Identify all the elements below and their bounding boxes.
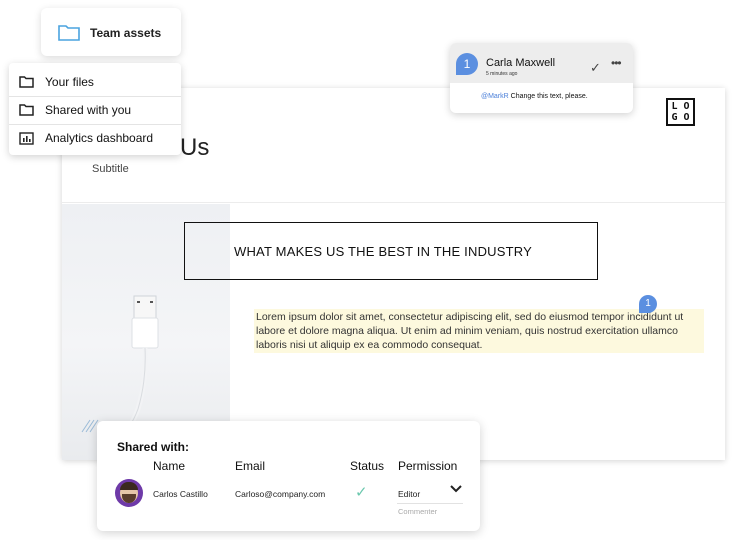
comment-timestamp: 5 minutes ago bbox=[486, 71, 518, 77]
permission-option-commenter[interactable]: Commenter bbox=[398, 507, 437, 516]
column-header-name: Name bbox=[153, 459, 186, 473]
comment-marker-icon[interactable]: 1 bbox=[456, 53, 478, 75]
team-assets-label: Team assets bbox=[90, 26, 162, 40]
comment-popover[interactable]: 1 Carla Maxwell 5 minutes ago ✓ ••• @Mar… bbox=[450, 43, 633, 113]
menu-item-shared-with-you[interactable]: Shared with you bbox=[9, 97, 181, 124]
bar-chart-icon bbox=[19, 132, 34, 145]
logo-placeholder[interactable]: L O G O bbox=[666, 98, 695, 126]
column-header-permission: Permission bbox=[398, 459, 458, 473]
column-header-email: Email bbox=[235, 459, 266, 473]
folder-icon bbox=[19, 104, 34, 116]
headline-text[interactable]: WHAT MAKES US THE BEST IN THE INDUSTRY bbox=[234, 244, 532, 259]
status-check-icon: ✓ bbox=[355, 484, 368, 501]
menu-item-label: Analytics dashboard bbox=[45, 131, 154, 145]
logo-line-2: G O bbox=[671, 112, 690, 123]
menu-item-analytics-dashboard[interactable]: Analytics dashboard bbox=[9, 125, 181, 152]
comment-marker-icon[interactable]: 1 bbox=[639, 295, 657, 313]
shared-with-panel: Shared with: Name Email Status Permissio… bbox=[97, 421, 480, 531]
comment-author: Carla Maxwell bbox=[486, 57, 556, 69]
comment-mention[interactable]: @MarkR bbox=[481, 93, 509, 100]
shared-user-name: Carlos Castillo bbox=[153, 489, 208, 499]
slide-subtitle[interactable]: Subtitle bbox=[92, 163, 129, 175]
column-header-status: Status bbox=[350, 459, 385, 473]
comment-body: @MarkR Change this text, please. bbox=[481, 93, 588, 100]
avatar bbox=[115, 479, 143, 507]
permission-select[interactable]: Editor bbox=[398, 489, 420, 499]
more-options-icon[interactable]: ••• bbox=[611, 56, 622, 70]
slide-title[interactable]: Us bbox=[180, 134, 209, 162]
files-menu: Your files Shared with you Analytics das… bbox=[9, 63, 181, 155]
shared-user-email: Carloso@company.com bbox=[235, 489, 326, 499]
resolve-check-icon[interactable]: ✓ bbox=[590, 60, 601, 76]
team-assets-card[interactable]: Team assets bbox=[41, 8, 181, 56]
logo-line-1: L O bbox=[671, 101, 690, 112]
comment-text: Change this text, please. bbox=[508, 93, 588, 100]
menu-item-label: Your files bbox=[45, 75, 94, 89]
menu-item-your-files[interactable]: Your files bbox=[9, 69, 181, 96]
chevron-down-icon[interactable] bbox=[450, 485, 462, 493]
folder-icon bbox=[19, 76, 34, 88]
body-paragraph[interactable]: Lorem ipsum dolor sit amet, consectetur … bbox=[254, 309, 704, 353]
folder-icon bbox=[58, 25, 80, 41]
permission-divider bbox=[397, 503, 463, 504]
shared-with-heading: Shared with: bbox=[117, 440, 190, 454]
slide-divider bbox=[62, 202, 725, 203]
menu-item-label: Shared with you bbox=[45, 103, 132, 117]
